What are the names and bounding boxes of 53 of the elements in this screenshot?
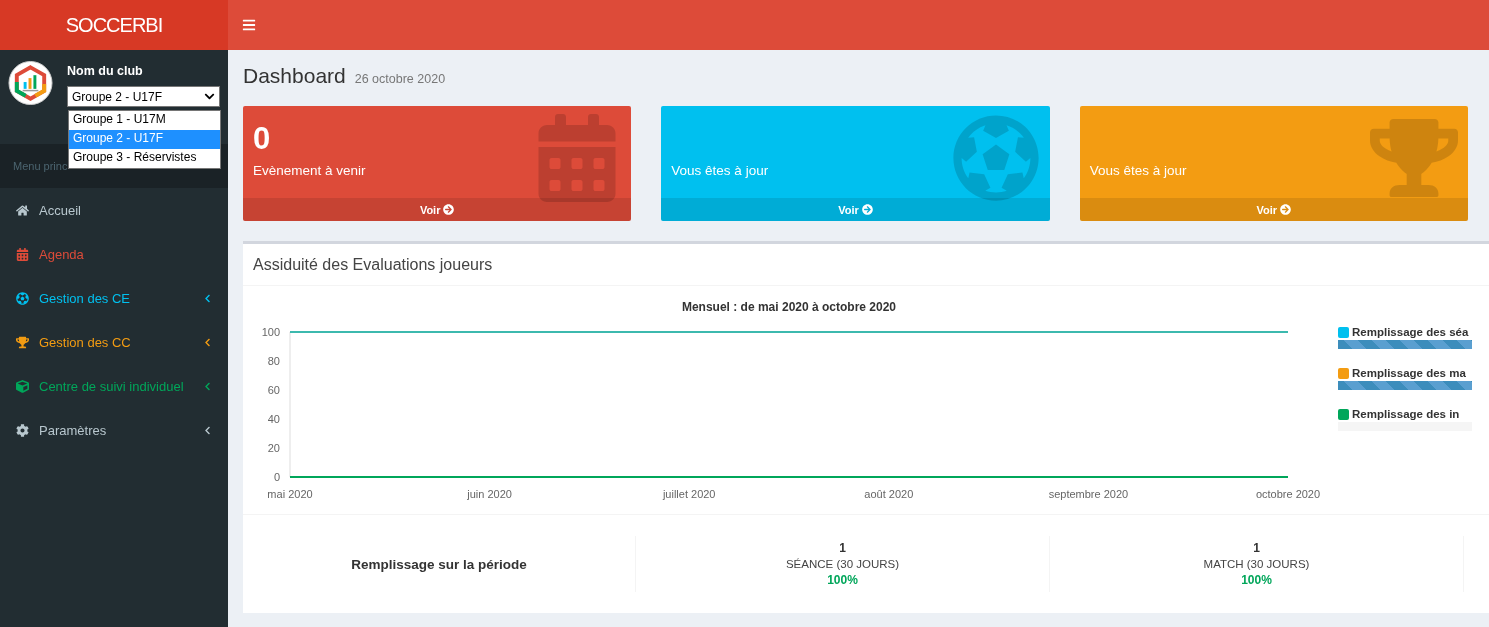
legend-label: Remplissage des ma xyxy=(1352,367,1466,379)
x-axis-label: juillet 2020 xyxy=(662,488,716,500)
stat-text: Evènement à venir xyxy=(253,163,367,178)
y-axis-label: 40 xyxy=(267,413,280,425)
view-link[interactable]: Voir xyxy=(243,198,632,221)
sidebar-item[interactable]: Centre de suivi individuel xyxy=(0,364,228,408)
legend-label: Remplissage des séa xyxy=(1352,326,1469,338)
chevron-left-icon xyxy=(203,425,212,435)
panel-title: Assiduité des Evaluations joueurs xyxy=(253,255,493,274)
menu-icon[interactable] xyxy=(242,18,256,32)
x-axis-label: octobre 2020 xyxy=(1255,488,1321,500)
summary-text: SÉANCE (30 JOURS) xyxy=(785,558,900,570)
y-axis-label: 60 xyxy=(267,384,280,396)
settings-icon xyxy=(16,423,29,437)
stat-count: 0 xyxy=(253,121,272,157)
sidebar-item[interactable]: Paramètres xyxy=(0,408,228,452)
trophy-icon xyxy=(16,335,29,349)
summary-label: Remplissage sur la période xyxy=(351,556,527,572)
stat-text: Vous êtes à jour xyxy=(1089,163,1188,178)
calendar-icon xyxy=(16,247,29,261)
legend-label: Remplissage des in xyxy=(1352,408,1460,420)
chevron-left-icon xyxy=(203,293,212,303)
sidebar-item[interactable]: Agenda xyxy=(0,232,228,276)
chevron-left-icon xyxy=(203,381,212,391)
summary-count: 1 xyxy=(839,541,846,555)
x-axis-label: septembre 2020 xyxy=(1048,488,1129,500)
brand-logo: SOCCERBI xyxy=(65,13,163,37)
y-axis-label: 100 xyxy=(261,326,280,338)
chevron-left-icon xyxy=(203,337,212,347)
x-axis-label: mai 2020 xyxy=(267,488,313,500)
summary-count: 1 xyxy=(1253,541,1260,555)
page-date: 26 octobre 2020 xyxy=(354,72,446,86)
summary-text: MATCH (30 JOURS) xyxy=(1203,558,1310,570)
y-axis-label: 0 xyxy=(273,471,280,483)
cube-icon xyxy=(16,379,29,393)
page-title: Dashboard xyxy=(243,64,346,88)
club-name: Nom du club xyxy=(67,64,144,78)
sidebar-item[interactable]: Accueil xyxy=(0,188,228,232)
x-axis-label: juin 2020 xyxy=(467,488,512,500)
x-axis-label: août 2020 xyxy=(864,488,914,500)
stat-text: Vous êtes à jour xyxy=(671,163,770,178)
sidebar-item[interactable]: Gestion des CC xyxy=(0,320,228,364)
sidebar-item[interactable]: Gestion des CE xyxy=(0,276,228,320)
y-axis-label: 80 xyxy=(267,355,280,367)
home-icon xyxy=(16,203,29,217)
chevron-down-icon xyxy=(204,91,215,102)
summary-percent: 100% xyxy=(827,573,858,587)
summary-percent: 100% xyxy=(1241,573,1272,587)
y-axis-label: 20 xyxy=(267,442,280,454)
group-select[interactable]: Groupe 2 - U17F xyxy=(67,86,220,107)
menu-header: Menu princ xyxy=(13,160,68,172)
chart-title: Mensuel : de mai 2020 à octobre 2020 xyxy=(681,300,897,314)
club-logo xyxy=(8,60,53,106)
